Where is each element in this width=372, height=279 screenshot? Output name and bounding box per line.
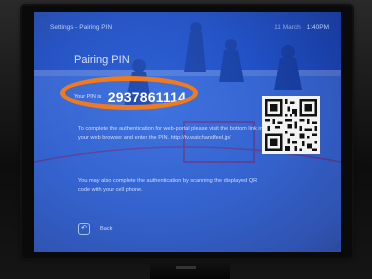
clock-time: 1:40PM bbox=[306, 24, 329, 31]
monitor-stand bbox=[150, 262, 230, 279]
instructions-web: To complete the authentication for web-p… bbox=[78, 126, 263, 141]
tv-screen: Settings - Pairing PIN 11 March 1:40PM P… bbox=[34, 12, 341, 252]
qr-code-icon bbox=[265, 99, 317, 151]
back-button-label: Back bbox=[100, 226, 113, 232]
page-title: Pairing PIN bbox=[74, 54, 130, 66]
clock: 11 March 1:40PM bbox=[274, 24, 329, 31]
screen-header: Settings - Pairing PIN 11 March 1:40PM bbox=[34, 12, 341, 38]
breadcrumb: Settings - Pairing PIN bbox=[50, 24, 113, 31]
back-arrow-icon: ↶ bbox=[78, 223, 90, 235]
qr-code bbox=[262, 96, 320, 154]
back-button[interactable]: ↶ Back bbox=[78, 222, 112, 236]
tv-monitor: Settings - Pairing PIN 11 March 1:40PM P… bbox=[0, 0, 372, 279]
clock-date: 11 March bbox=[274, 24, 301, 31]
instructions-qr: You may also complete the authentication… bbox=[78, 178, 258, 193]
pin-highlight-oval bbox=[60, 76, 198, 110]
monitor-brand-badge bbox=[176, 266, 196, 269]
